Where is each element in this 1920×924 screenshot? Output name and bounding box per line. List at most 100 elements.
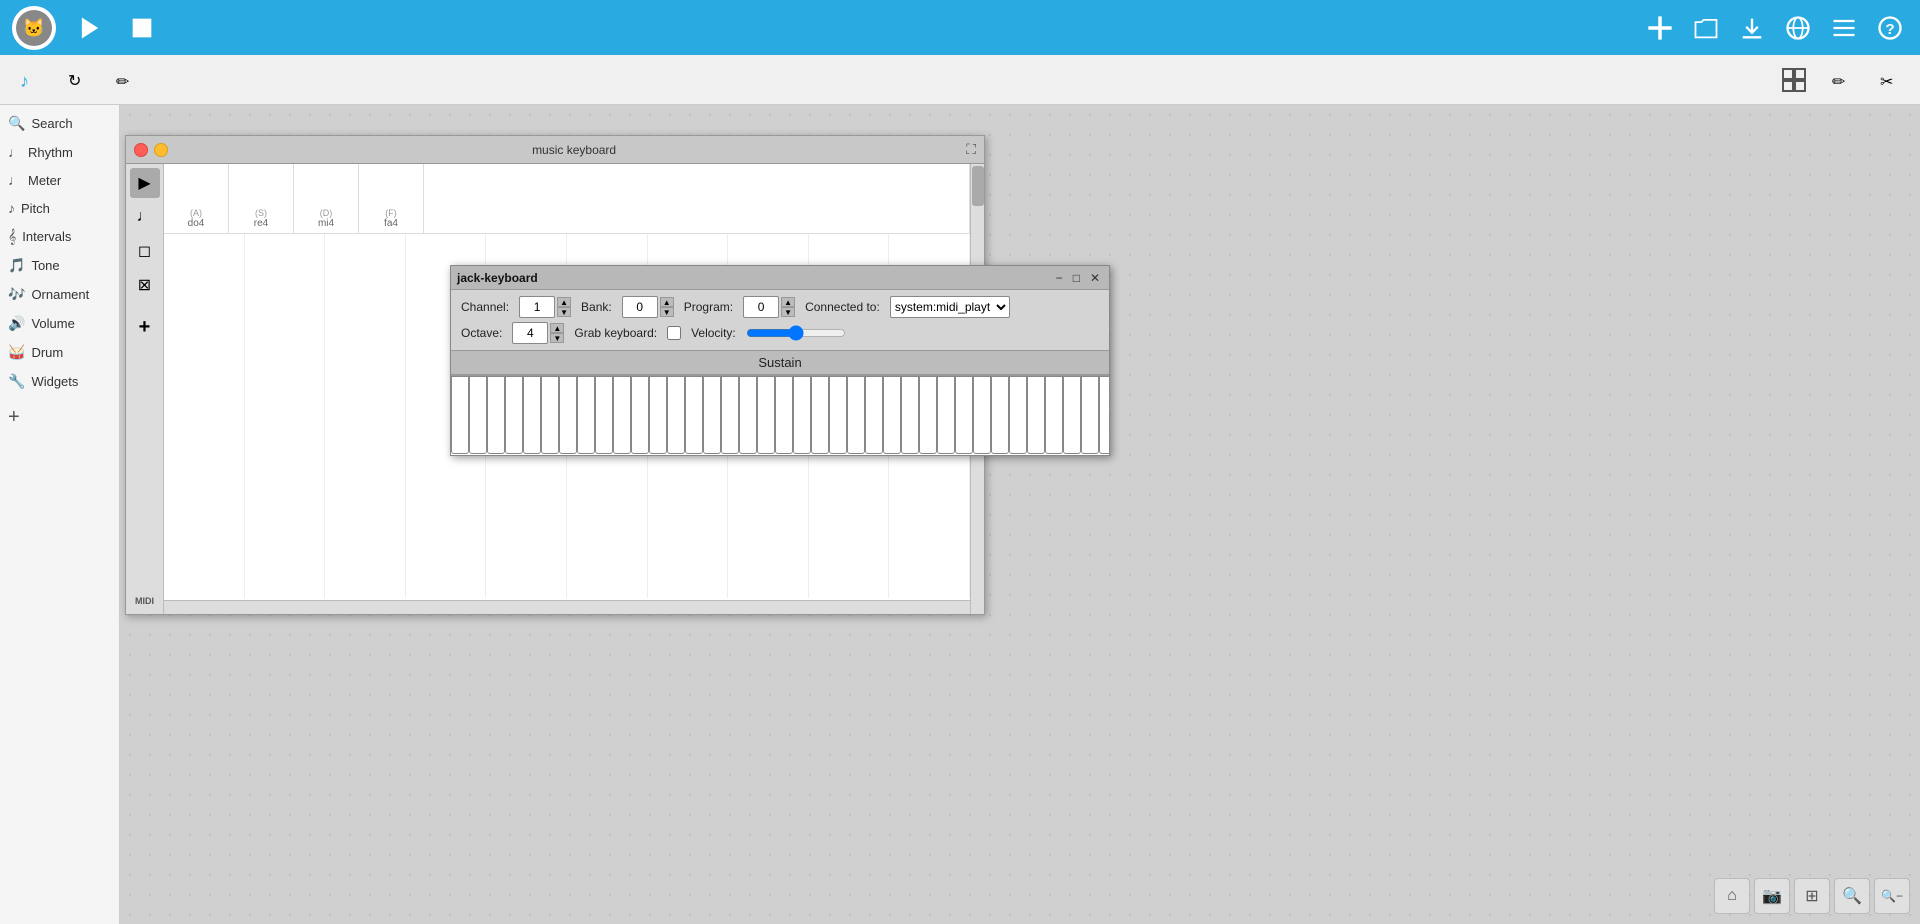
sidebar-item-volume[interactable]: 🔊 Volume [0, 309, 119, 338]
open-button[interactable] [1688, 10, 1724, 46]
white-key[interactable] [1045, 376, 1063, 454]
sidebar-item-ornament[interactable]: 🎶 Ornament [0, 280, 119, 309]
mk-scrollbar-bottom[interactable] [164, 600, 970, 614]
mk-play-button[interactable]: ▶ [130, 168, 160, 198]
piano-keys[interactable] [451, 376, 1109, 454]
sidebar-item-rhythm[interactable]: ♩ Rhythm [0, 138, 119, 166]
grab-keyboard-checkbox[interactable] [667, 326, 681, 340]
main-canvas[interactable]: ✕ start 🐱 set instrument ▶ guitar set pi [120, 105, 1920, 924]
white-key[interactable] [901, 376, 919, 454]
white-key[interactable] [541, 376, 559, 454]
edit-button[interactable]: ✏ [1820, 62, 1864, 98]
globe-button[interactable] [1780, 10, 1816, 46]
white-key[interactable] [1009, 376, 1027, 454]
new-button[interactable] [1642, 10, 1678, 46]
download-button[interactable] [1734, 10, 1770, 46]
sidebar-item-intervals[interactable]: 𝄞 Intervals [0, 222, 119, 251]
mk-erase2-button[interactable]: ⊠ [130, 270, 160, 300]
channel-down[interactable]: ▼ [557, 307, 571, 317]
fit-view-button[interactable]: ⊞ [1794, 878, 1830, 914]
white-key[interactable] [1099, 376, 1109, 454]
jk-close-button[interactable]: ✕ [1087, 271, 1103, 285]
jk-piano[interactable] [451, 375, 1109, 455]
sidebar-add-button[interactable]: + [0, 400, 119, 435]
loop-button[interactable]: ↻ [56, 62, 100, 98]
bank-input[interactable] [622, 296, 658, 318]
white-key[interactable] [631, 376, 649, 454]
sidebar-item-drum[interactable]: 🥁 Drum [0, 338, 119, 367]
white-key[interactable] [973, 376, 991, 454]
connected-select[interactable]: system:midi_playt [890, 296, 1010, 318]
white-key[interactable] [577, 376, 595, 454]
octave-down[interactable]: ▼ [550, 333, 564, 343]
zoom-in-button[interactable]: 🔍 [1834, 878, 1870, 914]
program-input[interactable] [743, 296, 779, 318]
window-close-button[interactable] [134, 143, 148, 157]
grid-view-button[interactable] [1772, 62, 1816, 98]
mk-erase-button[interactable]: ◻ [130, 236, 160, 266]
white-key[interactable] [829, 376, 847, 454]
white-key[interactable] [883, 376, 901, 454]
music-keyboard-titlebar[interactable]: music keyboard ⛶ [126, 136, 984, 164]
sustain-bar[interactable]: Sustain [451, 350, 1109, 375]
program-down[interactable]: ▼ [781, 307, 795, 317]
white-key[interactable] [757, 376, 775, 454]
velocity-slider[interactable] [746, 325, 846, 341]
mk-note-button[interactable]: ♩ [130, 202, 160, 232]
pencil-button[interactable]: ✏ [104, 62, 148, 98]
white-key[interactable] [487, 376, 505, 454]
channel-up[interactable]: ▲ [557, 297, 571, 307]
music-blocks-button[interactable]: ♪ [8, 62, 52, 98]
window-minimize-button[interactable] [154, 143, 168, 157]
white-key[interactable] [505, 376, 523, 454]
white-key[interactable] [469, 376, 487, 454]
sidebar-item-widgets[interactable]: 🔧 Widgets [0, 367, 119, 396]
white-key[interactable] [865, 376, 883, 454]
white-key[interactable] [1027, 376, 1045, 454]
jk-max-button[interactable]: □ [1070, 271, 1083, 285]
white-key[interactable] [1081, 376, 1099, 454]
white-key[interactable] [919, 376, 937, 454]
white-key[interactable] [451, 376, 469, 454]
camera-button[interactable]: 📷 [1754, 878, 1790, 914]
jk-min-button[interactable]: − [1053, 271, 1066, 285]
white-key[interactable] [793, 376, 811, 454]
white-key[interactable] [847, 376, 865, 454]
white-key[interactable] [991, 376, 1009, 454]
white-key[interactable] [559, 376, 577, 454]
cut-button[interactable]: ✂ [1868, 62, 1912, 98]
white-key[interactable] [613, 376, 631, 454]
white-key[interactable] [775, 376, 793, 454]
sidebar-item-search[interactable]: 🔍 Search [0, 109, 119, 138]
help-button[interactable]: ? [1872, 10, 1908, 46]
stop-button[interactable] [124, 10, 160, 46]
channel-input[interactable] [519, 296, 555, 318]
sidebar-item-meter[interactable]: ♩ Meter [0, 166, 119, 194]
white-key[interactable] [703, 376, 721, 454]
white-key[interactable] [523, 376, 541, 454]
sidebar-item-pitch[interactable]: ♪ Pitch [0, 194, 119, 222]
white-key[interactable] [937, 376, 955, 454]
play-button[interactable] [72, 10, 108, 46]
white-key[interactable] [685, 376, 703, 454]
white-key[interactable] [811, 376, 829, 454]
octave-input[interactable] [512, 322, 548, 344]
home-view-button[interactable]: ⌂ [1714, 878, 1750, 914]
jk-titlebar[interactable]: jack-keyboard − □ ✕ [451, 266, 1109, 290]
mk-add-button[interactable]: + [130, 312, 160, 342]
bank-down[interactable]: ▼ [660, 307, 674, 317]
sidebar-item-tone[interactable]: 🎵 Tone [0, 251, 119, 280]
zoom-out-button[interactable]: 🔍− [1874, 878, 1910, 914]
white-key[interactable] [739, 376, 757, 454]
mk-scrollbar-thumb[interactable] [972, 166, 984, 206]
white-key[interactable] [955, 376, 973, 454]
octave-up[interactable]: ▲ [550, 323, 564, 333]
white-key[interactable] [595, 376, 613, 454]
menu-button[interactable] [1826, 10, 1862, 46]
white-key[interactable] [1063, 376, 1081, 454]
window-maximize-button[interactable]: ⛶ [966, 141, 976, 158]
bank-up[interactable]: ▲ [660, 297, 674, 307]
white-key[interactable] [667, 376, 685, 454]
white-key[interactable] [649, 376, 667, 454]
white-key[interactable] [721, 376, 739, 454]
